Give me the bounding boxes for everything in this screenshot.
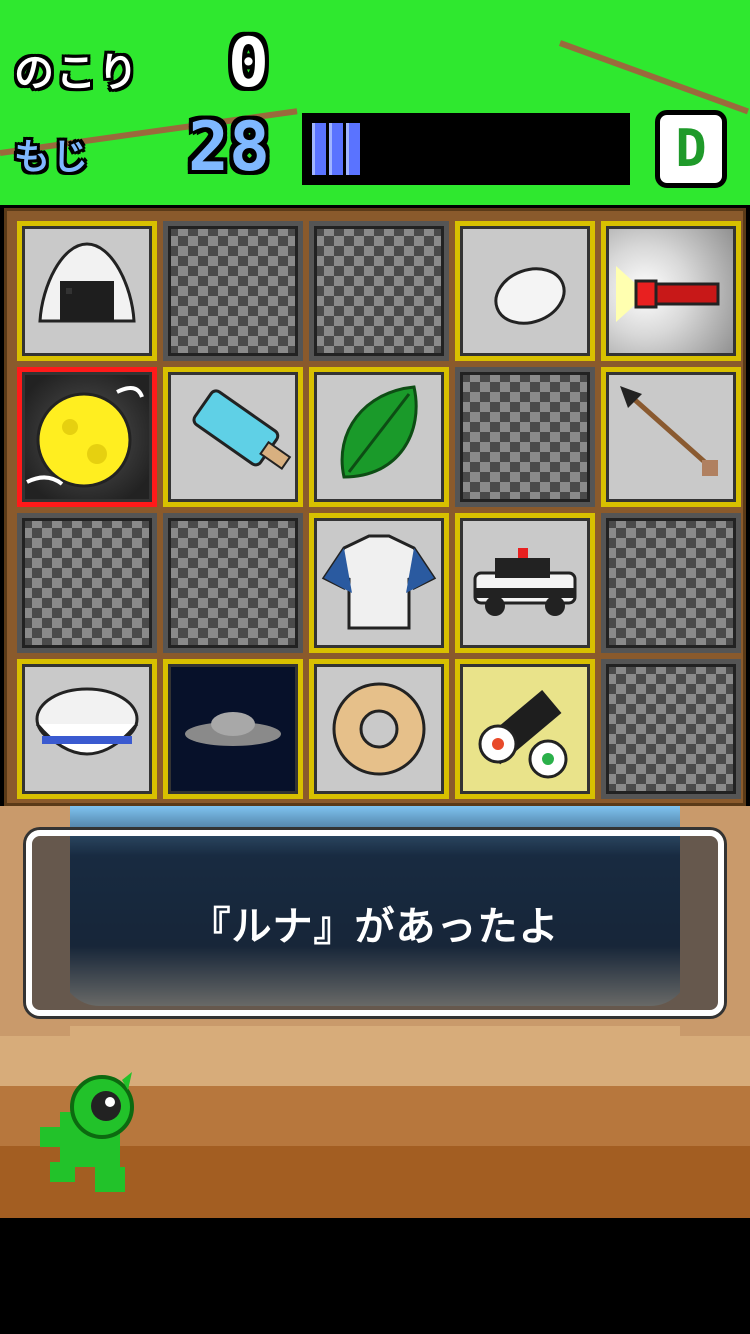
gauge-segment	[501, 117, 561, 181]
moon-icon	[26, 386, 144, 488]
onigiri-icon	[38, 242, 136, 323]
item-tile-rice-bowl[interactable]	[17, 659, 157, 799]
bottom-bar	[0, 1218, 750, 1334]
dialog-message: 『ルナ』があったよ	[190, 904, 560, 950]
player-character-icon	[40, 1072, 134, 1192]
item-tile-shirt[interactable]	[309, 513, 449, 653]
hidden-tile[interactable]	[601, 513, 741, 653]
item-tile-egg[interactable]	[455, 221, 595, 361]
remaining-label: のこり	[14, 50, 140, 96]
letters-label: もじ	[14, 137, 91, 178]
item-tile-ufo[interactable]	[163, 659, 303, 799]
sushi-roll-icon	[478, 690, 568, 779]
rice-bowl-icon	[35, 687, 139, 756]
item-tile-police-car[interactable]	[455, 513, 595, 653]
hidden-tile[interactable]	[163, 513, 303, 653]
police-car-icon	[473, 548, 577, 616]
letters-gauge	[302, 113, 630, 185]
hidden-tile[interactable]	[309, 221, 449, 361]
item-grid	[17, 221, 741, 799]
item-tile-flashlight[interactable]	[601, 221, 741, 361]
rank-badge: D	[655, 110, 727, 188]
item-tile-sushi-roll[interactable]	[455, 659, 595, 799]
hidden-tile[interactable]	[601, 659, 741, 799]
leaf-icon	[340, 385, 418, 479]
item-tile-leaf[interactable]	[309, 367, 449, 507]
message-dialog[interactable]: 『ルナ』があったよ	[26, 830, 724, 1016]
item-tile-arrow[interactable]	[601, 367, 741, 507]
branch-decoration	[558, 40, 749, 115]
hidden-tile[interactable]	[455, 367, 595, 507]
item-tile-donut[interactable]	[309, 659, 449, 799]
arrow-icon	[620, 386, 718, 476]
ice-pop-icon	[192, 389, 292, 471]
gauge-segment	[436, 117, 496, 181]
item-tile-moon[interactable]	[17, 367, 157, 507]
status-bar: のこり 0 もじ 28 D	[0, 0, 750, 205]
item-tile-ice-pop[interactable]	[163, 367, 303, 507]
gauge-segment	[306, 117, 366, 181]
ufo-icon	[185, 712, 281, 746]
hidden-tile[interactable]	[17, 513, 157, 653]
donut-icon	[332, 682, 426, 776]
gauge-segment	[371, 117, 431, 181]
item-tile-onigiri[interactable]	[17, 221, 157, 361]
flashlight-icon	[616, 266, 720, 322]
letters-value: 28	[188, 108, 270, 187]
item-board	[4, 208, 746, 806]
egg-icon	[494, 267, 566, 325]
gauge-segment	[566, 117, 627, 181]
shirt-icon	[321, 534, 437, 630]
remaining-value: 0	[228, 24, 269, 103]
hidden-tile[interactable]	[163, 221, 303, 361]
